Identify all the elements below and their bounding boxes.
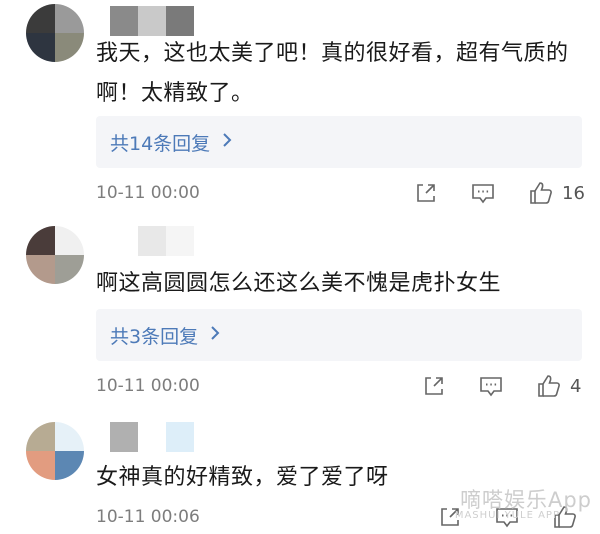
avatar-tile	[26, 422, 55, 451]
username-blurred[interactable]	[110, 226, 194, 256]
reply-count-label: 共3条回复	[110, 325, 199, 348]
avatar-tile	[55, 451, 84, 480]
reply-box: 共3条回复	[96, 309, 582, 361]
like-count: 4	[570, 375, 582, 397]
avatar-tile	[26, 4, 55, 33]
view-replies-link[interactable]: 共3条回复	[110, 322, 220, 349]
timestamp: 10-11 00:00	[96, 376, 200, 396]
like-button[interactable]: 16	[528, 178, 585, 208]
avatar-tile	[55, 33, 84, 62]
comment-meta: 10-11 00:00 16	[96, 178, 586, 208]
share-button[interactable]	[414, 178, 438, 208]
timestamp: 10-11 00:00	[96, 183, 200, 203]
avatar[interactable]	[26, 226, 84, 284]
comment-button[interactable]	[470, 178, 496, 208]
chevron-right-icon	[210, 325, 220, 346]
share-button[interactable]	[422, 371, 446, 401]
comment-meta: 10-11 00:00 4	[96, 371, 586, 401]
comment-text: 我天，这也太美了吧！真的很好看，超有气质的啊！太精致了。	[96, 41, 569, 106]
username-blurred[interactable]	[110, 6, 194, 36]
comment-button[interactable]	[478, 371, 504, 401]
avatar-tile	[26, 255, 55, 284]
avatar-tile	[26, 226, 55, 255]
avatar[interactable]	[26, 422, 84, 480]
reply-box: 共14条回复	[96, 116, 582, 168]
avatar-tile	[26, 33, 55, 62]
like-button[interactable]: 4	[536, 371, 581, 401]
avatar-tile	[55, 226, 84, 255]
chevron-right-icon	[222, 132, 232, 153]
avatar-tile	[55, 255, 84, 284]
comment-text: 啊这高圆圆怎么还这么美不愧是虎扑女生	[96, 271, 502, 296]
avatar-tile	[55, 422, 84, 451]
avatar[interactable]	[26, 4, 84, 62]
comment-icon	[480, 377, 502, 397]
avatar-tile	[26, 451, 55, 480]
share-icon	[417, 184, 435, 202]
view-replies-link[interactable]: 共14条回复	[110, 129, 232, 156]
thumbs-up-icon	[530, 182, 552, 204]
comment-icon	[472, 184, 494, 204]
thumbs-up-icon	[538, 375, 560, 397]
avatar-tile	[55, 4, 84, 33]
timestamp: 10-11 00:06	[96, 507, 200, 527]
share-icon	[425, 377, 443, 395]
username-blurred[interactable]	[110, 422, 194, 452]
reply-count-label: 共14条回复	[110, 132, 211, 155]
like-count: 16	[562, 182, 585, 204]
watermark-subtext: MASHUI YULE APP	[454, 510, 560, 521]
